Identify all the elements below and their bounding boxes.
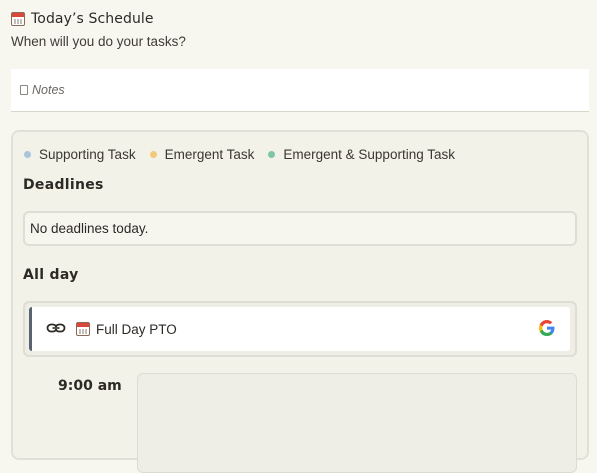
page-subtitle: When will you do your tasks? <box>11 34 186 49</box>
google-icon <box>538 320 555 337</box>
legend-item-supporting: Supporting Task <box>24 147 136 162</box>
deadlines-heading: Deadlines <box>23 177 104 193</box>
schedule-header: Today’s Schedule When will you do your t… <box>11 8 186 49</box>
legend-label: Supporting Task <box>39 147 136 162</box>
notes-label: Notes <box>32 83 65 97</box>
legend-item-emergent-supporting: Emergent & Supporting Task <box>268 147 455 162</box>
all-day-list: Full Day PTO <box>23 301 577 357</box>
link-icon[interactable] <box>46 320 66 336</box>
title-row: Today’s Schedule <box>11 8 186 30</box>
all-day-heading: All day <box>23 267 79 283</box>
legend-dot-supporting <box>24 151 31 158</box>
deadlines-empty-text: No deadlines today. <box>30 221 149 236</box>
notes-field[interactable]: Notes <box>11 69 589 112</box>
deadlines-list: No deadlines today. <box>23 211 577 246</box>
legend-item-emergent: Emergent Task <box>149 147 255 162</box>
legend-dot-emergent <box>149 151 157 158</box>
calendar-icon <box>76 322 90 336</box>
page-title: Today’s Schedule <box>31 11 154 27</box>
time-slot-9am[interactable] <box>137 373 577 473</box>
legend-label: Emergent Task <box>164 147 255 162</box>
legend-label: Emergent & Supporting Task <box>283 147 455 162</box>
event-title: Full Day PTO <box>96 322 177 337</box>
time-label: 9:00 am <box>58 378 122 394</box>
page-icon <box>20 85 28 95</box>
legend-dot-emergent-supporting <box>268 151 276 158</box>
calendar-icon <box>11 12 25 26</box>
schedule-panel: Supporting Task Emergent Task Emergent &… <box>11 130 589 473</box>
legend: Supporting Task Emergent Task Emergent &… <box>24 147 455 162</box>
all-day-event[interactable]: Full Day PTO <box>29 307 570 351</box>
